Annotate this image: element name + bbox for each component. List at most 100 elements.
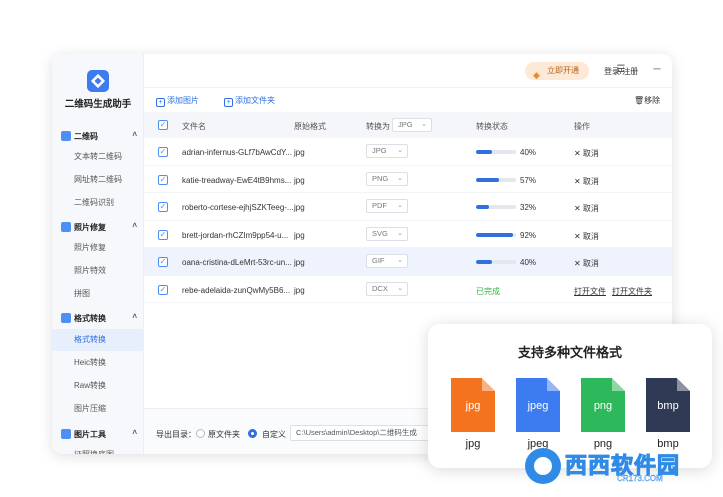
table-row[interactable]: ✓ roberto-cortese-ejhjSZKTeeg-... jpg PDF ⌄ 3… xyxy=(144,193,672,221)
chevron-up-icon: ˄ xyxy=(132,130,137,139)
chevron-up-icon: ˄ xyxy=(132,428,137,437)
header-original-format: 原始格式 xyxy=(294,122,326,131)
original-format: jpg xyxy=(294,258,305,267)
cancel-button[interactable]: ✕ 取消 xyxy=(574,176,599,187)
watermark-sub: CR173.COM xyxy=(617,474,663,483)
radio-custom[interactable] xyxy=(248,429,257,438)
progress-fill xyxy=(476,260,492,264)
progress-fill xyxy=(476,177,499,182)
header-filename: 文件名 xyxy=(182,122,206,131)
row-checkbox[interactable]: ✓ xyxy=(158,257,168,267)
header-status: 转换状态 xyxy=(476,122,508,131)
sidebar-item[interactable]: 照片特效 xyxy=(52,260,144,282)
export-path-input[interactable]: C:\Users\admin\Desktop\二维码生成 xyxy=(290,425,450,441)
file-fold xyxy=(482,378,495,391)
file-ext: bmp xyxy=(657,400,679,412)
table-row[interactable]: ✓ adrian-infernus-GLf7bAwCdY... jpg JPG ⌄ 40%… xyxy=(144,138,672,166)
progress-bar xyxy=(476,150,516,154)
photo-icon xyxy=(61,222,71,232)
row-checkbox[interactable]: ✓ xyxy=(158,284,168,295)
diamond-icon: ◆ xyxy=(533,70,540,80)
row-checkbox[interactable]: ✓ xyxy=(158,147,168,157)
target-format-select[interactable]: SVG ⌄ xyxy=(366,226,408,241)
sidebar-item[interactable]: Heic转换 xyxy=(52,352,144,374)
sidebar-item-active[interactable]: 格式转换 xyxy=(52,329,144,351)
chevron-down-icon: ⌄ xyxy=(397,174,403,182)
header-convert-to: 转换为 xyxy=(366,122,390,131)
option-original-label: 原文件夹 xyxy=(208,430,240,439)
chevron-down-icon: ⌄ xyxy=(397,202,403,209)
sidebar-item[interactable]: 照片修复 xyxy=(52,237,144,259)
target-format-select[interactable]: PDF ⌄ xyxy=(366,199,408,213)
trash-icon: 🗑 xyxy=(634,96,645,105)
chevron-down-icon: ⌄ xyxy=(397,229,403,237)
png-file-icon: png xyxy=(581,378,625,432)
minimize-icon[interactable]: ─ xyxy=(650,63,664,77)
jpeg-file-icon: jpeg xyxy=(516,378,560,432)
row-checkbox[interactable]: ✓ xyxy=(158,229,168,240)
row-checkbox[interactable]: ✓ xyxy=(158,174,168,185)
table-header: ✓ 文件名 原始格式 转换为 JPG ⌄ 转换状态 操作 xyxy=(144,112,672,138)
table-row[interactable]: ✓ katie-treadway-EwE4tB9hms... jpg PNG ⌄ 57% ✕… xyxy=(144,166,672,193)
original-format: jpg xyxy=(294,285,305,295)
target-format-select[interactable]: PNG ⌄ xyxy=(366,171,408,186)
open-file-link[interactable]: 打开文件 xyxy=(574,286,606,297)
sidebar-item[interactable]: 文本转二维码 xyxy=(52,146,144,168)
file-ext: jpeg xyxy=(527,400,549,412)
radio-original-folder[interactable] xyxy=(196,429,205,438)
cancel-button[interactable]: ✕ 取消 xyxy=(574,148,599,159)
original-format: jpg xyxy=(294,230,305,240)
sidebar-group-photo-repair[interactable]: 照片修复 ˄ xyxy=(52,217,144,237)
progress-percent: 40% xyxy=(520,258,537,267)
table-row[interactable]: ✓ brett-jordan-rhCZIm9pp54-u... jpg SVG ⌄ 92%… xyxy=(144,221,672,248)
chevron-down-icon: ⌄ xyxy=(397,257,403,264)
menu-icon[interactable]: ☰ xyxy=(614,63,628,77)
add-image-icon: + xyxy=(156,98,165,107)
add-image-button[interactable]: + 添加图片 xyxy=(156,95,199,107)
qrcode-icon xyxy=(61,131,71,141)
file-ext: jpg xyxy=(465,400,481,412)
sidebar-item[interactable]: 证照换底图 xyxy=(52,444,144,454)
sidebar-item[interactable]: 二维码识别 xyxy=(52,192,144,214)
format-label: jpg xyxy=(465,438,481,450)
target-format-select[interactable]: JPG ⌄ xyxy=(366,144,408,158)
status-done: 已完成 xyxy=(476,286,500,296)
file-ext: png xyxy=(593,400,613,412)
chevron-up-icon: ˄ xyxy=(132,221,137,230)
add-folder-button[interactable]: + 添加文件夹 xyxy=(224,95,275,107)
sidebar-group-format-convert[interactable]: 格式转换 ˄ xyxy=(52,308,144,328)
row-checkbox[interactable]: ✓ xyxy=(158,202,168,212)
title-bar: ◆ 立即开通 登录/注册 ☰ ─ □ ✕ xyxy=(144,54,672,88)
progress-percent: 32% xyxy=(520,203,537,212)
sidebar-item[interactable]: 图片压缩 xyxy=(52,398,144,420)
sidebar-group-image-tools[interactable]: 图片工具 ˄ xyxy=(52,424,144,444)
batch-format-select[interactable]: JPG ⌄ xyxy=(392,118,432,132)
cancel-button[interactable]: ✕ 取消 xyxy=(574,231,599,242)
file-name: adrian-infernus-GLf7bAwCdY... xyxy=(182,148,292,157)
progress-bar xyxy=(476,205,516,209)
target-format-select[interactable]: GIF ⌄ xyxy=(366,254,408,268)
app-title: 二维码生成助手 xyxy=(64,99,132,110)
table-row[interactable]: ✓ rebe-adelaida-zunQwMy5B6... jpg DCX ⌄ 已完成 打开… xyxy=(144,276,672,303)
bmp-file-icon: bmp xyxy=(646,378,690,432)
sidebar-item[interactable]: 网址转二维码 xyxy=(52,169,144,191)
chevron-down-icon: ⌄ xyxy=(397,147,403,154)
file-fold xyxy=(612,378,625,391)
progress-bar xyxy=(476,260,516,264)
table-row[interactable]: ✓ oana-cristina-dLeMrt-53rc-un... jpg GIF ⌄ 4… xyxy=(144,248,672,276)
remove-button[interactable]: 🗑移除 xyxy=(634,95,660,106)
cancel-button[interactable]: ✕ 取消 xyxy=(574,258,599,269)
open-folder-link[interactable]: 打开文件夹 xyxy=(612,286,652,297)
progress-percent: 57% xyxy=(520,175,537,185)
select-all-checkbox[interactable]: ✓ xyxy=(158,120,168,130)
watermark-logo: 西西软件园 CR173.COM xyxy=(525,446,715,486)
sidebar-group-qrcode[interactable]: 二维码 ˄ xyxy=(52,126,144,146)
original-format: jpg xyxy=(294,203,305,212)
sidebar-item[interactable]: Raw转换 xyxy=(52,375,144,397)
cancel-button[interactable]: ✕ 取消 xyxy=(574,203,599,214)
sidebar-item[interactable]: 拼图 xyxy=(52,283,144,305)
target-format-select[interactable]: DCX ⌄ xyxy=(366,281,408,296)
file-name: rebe-adelaida-zunQwMy5B6... xyxy=(182,285,291,295)
toolbar: + 添加图片 + 添加文件夹 xyxy=(144,88,672,112)
vip-button[interactable]: ◆ 立即开通 xyxy=(525,62,589,80)
